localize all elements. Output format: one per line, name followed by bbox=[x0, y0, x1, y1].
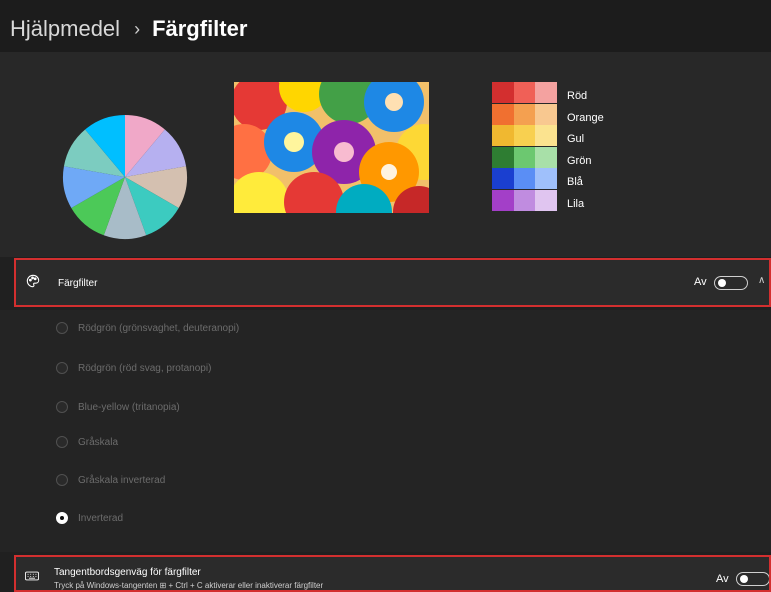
filter-option[interactable]: Gråskala inverterad bbox=[56, 474, 165, 486]
radio-button[interactable] bbox=[56, 322, 68, 334]
highlight-outline bbox=[14, 555, 771, 592]
swatch bbox=[513, 146, 535, 168]
filter-option-label: Inverterad bbox=[78, 512, 124, 524]
radio-button[interactable] bbox=[56, 401, 68, 413]
swatch bbox=[492, 125, 514, 146]
filter-option-label: Rödgrön (röd svag, protanopi) bbox=[78, 362, 212, 374]
swatch bbox=[492, 189, 514, 211]
swatch bbox=[535, 146, 557, 168]
filter-option-label: Gråskala inverterad bbox=[78, 474, 166, 486]
swatch-labels: Röd Orange Gul Grön Blå Lila bbox=[567, 86, 604, 215]
breadcrumb-separator: › bbox=[134, 18, 141, 39]
swatch-row-yellow bbox=[492, 125, 557, 146]
swatch bbox=[492, 146, 514, 168]
filter-option[interactable]: Rödgrön (röd svag, protanopi) bbox=[56, 362, 211, 374]
swatch bbox=[535, 103, 557, 125]
page-title: Färgfilter bbox=[152, 16, 248, 41]
swatch-label-yellow: Gul bbox=[567, 133, 585, 145]
filter-option[interactable]: Rödgrön (grönsvaghet, deuteranopi) bbox=[56, 322, 239, 334]
swatch bbox=[513, 103, 535, 125]
filter-option[interactable]: Blue-yellow (tritanopia) bbox=[56, 401, 180, 413]
swatch-row-purple bbox=[492, 189, 557, 211]
swatch bbox=[513, 189, 535, 211]
swatch bbox=[513, 168, 535, 189]
swatch-label-blue: Blå bbox=[567, 176, 583, 188]
page-header: Hjälpmedel › Färgfilter bbox=[0, 0, 771, 52]
swatch-label-purple: Lila bbox=[567, 197, 585, 210]
filter-option[interactable]: Gråskala bbox=[56, 436, 118, 448]
swatch-label-red: Röd bbox=[567, 90, 588, 102]
radio-button[interactable] bbox=[56, 474, 68, 486]
swatch-label-green: Grön bbox=[567, 154, 592, 167]
swatch bbox=[513, 82, 535, 103]
breadcrumb: Hjälpmedel › Färgfilter bbox=[10, 16, 247, 42]
radio-button[interactable] bbox=[56, 362, 68, 374]
radio-button[interactable] bbox=[56, 436, 68, 448]
swatch-label-orange: Orange bbox=[567, 111, 604, 124]
filter-option-label: Gråskala bbox=[78, 436, 119, 448]
highlight-outline bbox=[14, 258, 771, 307]
swatch bbox=[513, 125, 535, 146]
color-preview-panel: Röd Orange Gul Grön Blå Lila bbox=[0, 52, 771, 257]
swatch bbox=[535, 82, 557, 103]
swatch bbox=[535, 125, 557, 146]
breadcrumb-parent-link[interactable]: Hjälpmedel bbox=[10, 16, 120, 42]
swatch-row-green bbox=[492, 146, 557, 168]
preview-photo-image bbox=[234, 82, 429, 213]
swatch bbox=[535, 168, 557, 189]
swatch-row-red bbox=[492, 82, 557, 103]
preview-pie-image bbox=[62, 115, 187, 239]
swatch bbox=[492, 103, 514, 125]
swatch bbox=[492, 82, 514, 103]
swatch bbox=[492, 168, 514, 189]
filter-option-label: Rödgrön (grönsvaghet, deuteranopi) bbox=[78, 322, 240, 334]
radio-button[interactable] bbox=[56, 512, 68, 524]
color-filter-options: Rödgrön (grönsvaghet, deuteranopi) Rödgr… bbox=[0, 310, 771, 552]
filter-option[interactable]: Inverterad bbox=[56, 512, 123, 524]
filter-option-label: Blue-yellow (tritanopia) bbox=[78, 401, 180, 413]
swatch bbox=[535, 189, 557, 211]
swatch-row-orange bbox=[492, 103, 557, 125]
color-swatch-grid bbox=[492, 82, 557, 211]
swatch-row-blue bbox=[492, 168, 557, 189]
